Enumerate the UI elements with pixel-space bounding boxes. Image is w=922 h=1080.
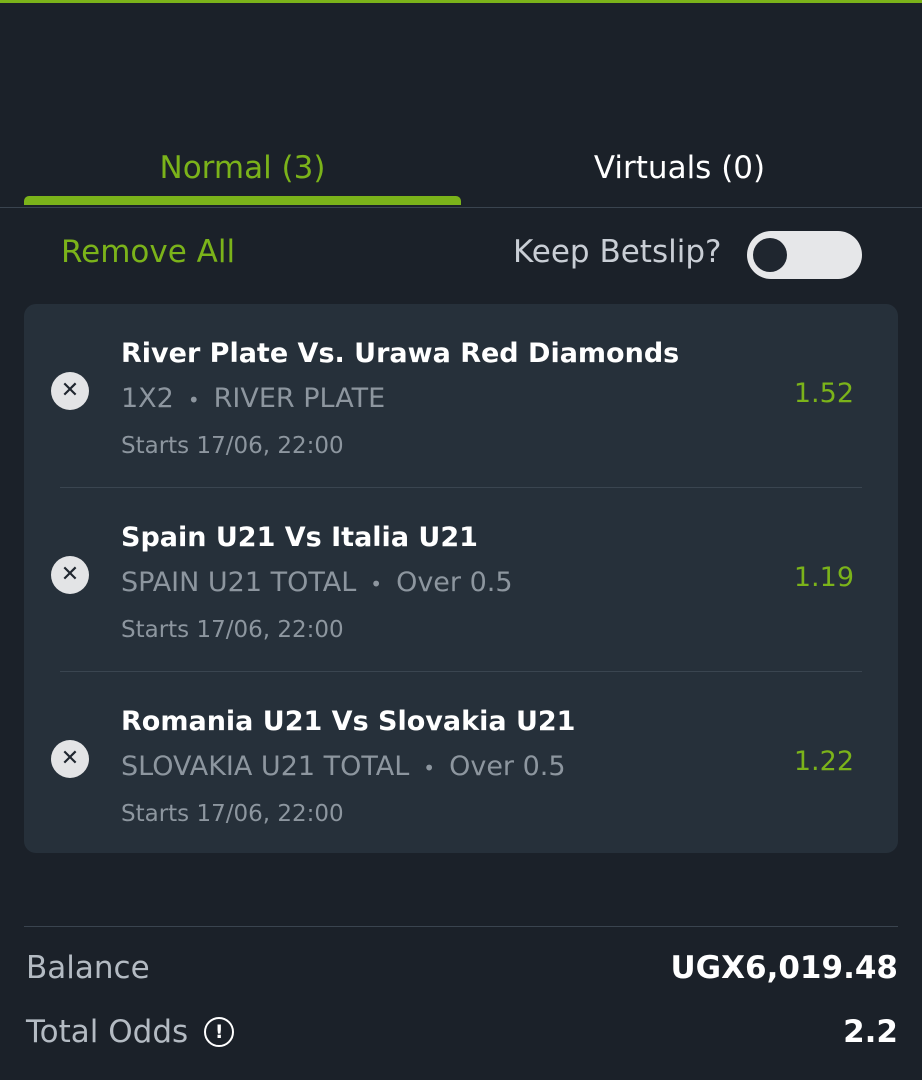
separator-dot: • [187,387,200,412]
balance-value: UGX6,019.48 [670,950,899,986]
summary-divider [24,926,898,927]
tab-normal[interactable]: Normal (3) [24,130,461,206]
close-icon[interactable]: ✕ [51,740,89,778]
balance-label: Balance [26,950,150,986]
bet-selection: Over 0.5 [396,567,513,598]
bet-item: ✕ Romania U21 Vs Slovakia U21 SLOVAKIA U… [24,672,898,855]
bet-match-name: Spain U21 Vs Italia U21 [121,522,478,553]
tab-virtuals[interactable]: Virtuals (0) [461,130,898,206]
close-icon[interactable]: ✕ [51,372,89,410]
top-accent-bar [0,0,922,3]
bet-odds: 1.19 [793,562,854,593]
separator-dot: • [423,755,436,780]
bet-odds: 1.22 [793,746,854,777]
bet-market-line: SPAIN U21 TOTAL • Over 0.5 [121,567,513,598]
bet-start-time: Starts 17/06, 22:00 [121,433,344,459]
active-tab-indicator [24,196,461,205]
total-odds-label: Total Odds [26,1014,189,1050]
bet-selection: RIVER PLATE [213,383,386,414]
bet-start-time: Starts 17/06, 22:00 [121,801,344,827]
bet-match-name: Romania U21 Vs Slovakia U21 [121,706,576,737]
bet-item: ✕ River Plate Vs. Urawa Red Diamonds 1X2… [24,304,898,487]
bet-market: 1X2 [121,383,174,414]
close-icon[interactable]: ✕ [51,556,89,594]
toggle-knob [753,238,787,272]
bet-odds: 1.52 [793,378,854,409]
bet-market-line: 1X2 • RIVER PLATE [121,383,385,414]
total-odds-row-label: Total Odds ! [26,1014,235,1050]
remove-all-button[interactable]: Remove All [61,234,235,270]
keep-betslip-toggle[interactable] [747,231,862,279]
info-icon[interactable]: ! [204,1017,235,1047]
bet-market: SLOVAKIA U21 TOTAL [121,751,410,782]
bet-item: ✕ Spain U21 Vs Italia U21 SPAIN U21 TOTA… [24,488,898,671]
keep-betslip-label: Keep Betslip? [513,234,722,270]
bet-market: SPAIN U21 TOTAL [121,567,357,598]
total-odds-value: 2.2 [843,1014,898,1050]
bet-selection: Over 0.5 [449,751,566,782]
bet-market-line: SLOVAKIA U21 TOTAL • Over 0.5 [121,751,566,782]
bet-list-card: ✕ River Plate Vs. Urawa Red Diamonds 1X2… [24,304,898,853]
bet-start-time: Starts 17/06, 22:00 [121,617,344,643]
bet-match-name: River Plate Vs. Urawa Red Diamonds [121,338,680,369]
separator-dot: • [370,571,383,596]
betslip-page: Normal (3) Virtuals (0) Remove All Keep … [0,0,922,1080]
